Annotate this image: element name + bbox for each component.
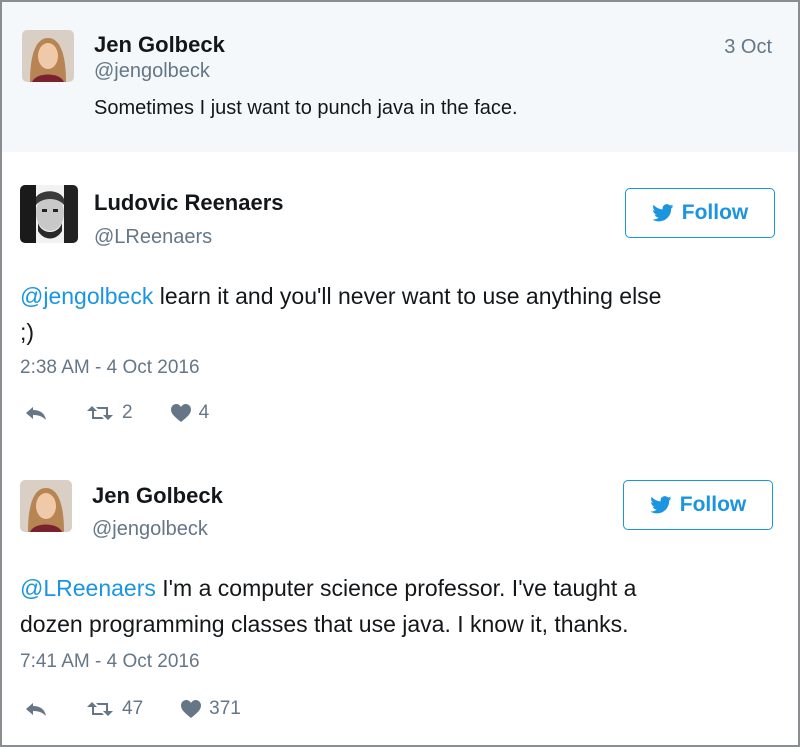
mention-link[interactable]: @jengolbeck [20, 283, 153, 309]
tweet-text-line-2: dozen programming classes that use java.… [20, 611, 629, 637]
tweet-actions: 47 371 [24, 698, 279, 720]
author-name[interactable]: Jen Golbeck [92, 483, 223, 509]
retweet-count: 47 [122, 698, 144, 719]
like-action[interactable]: 371 [181, 698, 241, 720]
like-count: 4 [198, 402, 210, 423]
author-handle[interactable]: @LReenaers [94, 226, 212, 249]
twitter-bird-icon [649, 496, 672, 514]
retweet-action[interactable]: 2 [86, 402, 133, 424]
retweet-count: 2 [122, 402, 133, 423]
tweet-timestamp[interactable]: 7:41 AM - 4 Oct 2016 [20, 651, 200, 673]
tweet-text: Sometimes I just want to punch java in t… [94, 97, 518, 119]
context-tweet[interactable]: Jen Golbeck @jengolbeck 3 Oct Sometimes … [2, 2, 798, 152]
reply-icon [26, 407, 46, 420]
tweet-text: @LReenaers I'm a computer science profes… [20, 570, 636, 642]
author-handle[interactable]: @jengolbeck [94, 60, 210, 83]
mention-link[interactable]: @LReenaers [20, 575, 156, 601]
tweet-text: @jengolbeck learn it and you'll never wa… [20, 278, 661, 350]
heart-icon [181, 700, 202, 718]
author-name[interactable]: Ludovic Reenaers [94, 190, 284, 216]
reply-action[interactable] [24, 699, 48, 719]
reply-icon [26, 703, 46, 716]
follow-label: Follow [681, 201, 749, 224]
retweet-action[interactable]: 47 [86, 698, 143, 720]
avatar[interactable] [22, 30, 74, 82]
tweet-text-line-2: ;) [20, 319, 35, 345]
retweet-icon [87, 406, 113, 420]
like-count: 371 [209, 698, 241, 719]
tweet-date[interactable]: 3 Oct [724, 36, 772, 59]
follow-label: Follow [679, 493, 747, 516]
avatar[interactable] [20, 480, 72, 532]
follow-button[interactable]: Follow [623, 480, 773, 530]
like-action[interactable]: 4 [170, 402, 210, 424]
tweet-actions: 2 4 [24, 402, 247, 424]
retweet-icon [87, 702, 113, 716]
heart-icon [170, 404, 191, 422]
reply-action[interactable] [24, 403, 48, 423]
twitter-bird-icon [651, 204, 674, 222]
avatar[interactable] [20, 185, 78, 243]
tweet-text-line-1: learn it and you'll never want to use an… [153, 283, 662, 309]
author-handle[interactable]: @jengolbeck [92, 518, 208, 541]
author-name[interactable]: Jen Golbeck [94, 32, 225, 58]
tweet-timestamp[interactable]: 2:38 AM - 4 Oct 2016 [20, 357, 200, 379]
tweet-text-line-1: I'm a computer science professor. I've t… [155, 575, 637, 601]
follow-button[interactable]: Follow [625, 188, 775, 238]
